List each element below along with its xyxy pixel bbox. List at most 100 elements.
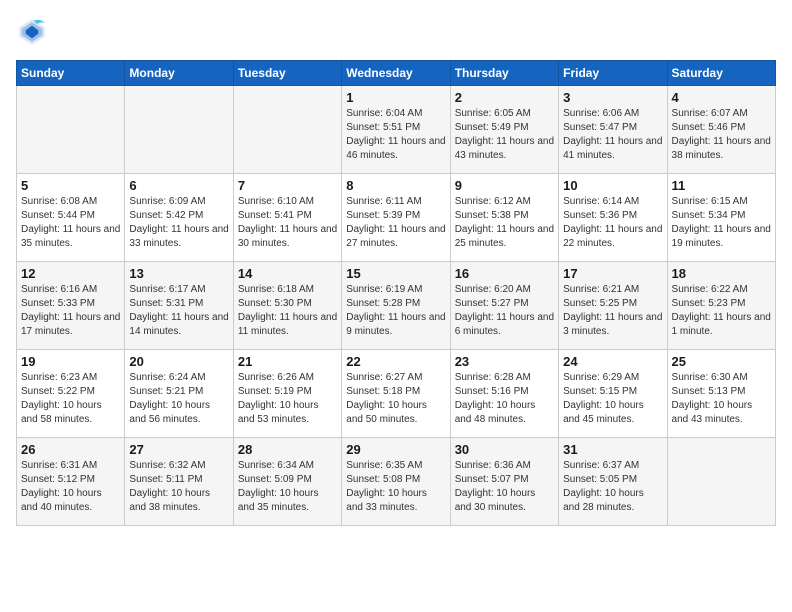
calendar-cell: 25 Sunrise: 6:30 AM Sunset: 5:13 PM Dayli…: [667, 350, 775, 438]
calendar-cell: 31 Sunrise: 6:37 AM Sunset: 5:05 PM Dayli…: [559, 438, 667, 526]
day-info: Sunrise: 6:16 AM Sunset: 5:33 PM Dayligh…: [21, 283, 120, 339]
day-number: 12: [21, 266, 120, 281]
day-info: Sunrise: 6:14 AM Sunset: 5:36 PM Dayligh…: [563, 195, 662, 251]
calendar-cell: 16 Sunrise: 6:20 AM Sunset: 5:27 PM Dayli…: [450, 262, 558, 350]
day-number: 2: [455, 90, 554, 105]
day-info: Sunrise: 6:05 AM Sunset: 5:49 PM Dayligh…: [455, 107, 554, 163]
weekday-header-thursday: Thursday: [450, 61, 558, 86]
calendar-week-1: 1 Sunrise: 6:04 AM Sunset: 5:51 PM Daylig…: [17, 86, 776, 174]
day-info: Sunrise: 6:35 AM Sunset: 5:08 PM Dayligh…: [346, 459, 445, 515]
calendar-cell: 29Sunrise: 6:35 AM Sunset: 5:08 PM Dayli…: [342, 438, 450, 526]
calendar-cell: 17 Sunrise: 6:21 AM Sunset: 5:25 PM Dayli…: [559, 262, 667, 350]
day-number: 4: [672, 90, 771, 105]
calendar-cell: 3 Sunrise: 6:06 AM Sunset: 5:47 PM Daylig…: [559, 86, 667, 174]
logo-icon: [16, 16, 48, 48]
day-number: 11: [672, 178, 771, 193]
day-number: 8: [346, 178, 445, 193]
day-info: Sunrise: 6:19 AM Sunset: 5:28 PM Dayligh…: [346, 283, 445, 339]
day-info: Sunrise: 6:37 AM Sunset: 5:05 PM Dayligh…: [563, 459, 662, 515]
day-info: Sunrise: 6:07 AM Sunset: 5:46 PM Dayligh…: [672, 107, 771, 163]
calendar-cell: 22 Sunrise: 6:27 AM Sunset: 5:18 PM Dayli…: [342, 350, 450, 438]
calendar-cell: 28 Sunrise: 6:34 AM Sunset: 5:09 PM Dayli…: [233, 438, 341, 526]
day-number: 5: [21, 178, 120, 193]
calendar-cell: 7Sunrise: 6:10 AM Sunset: 5:41 PM Daylig…: [233, 174, 341, 262]
day-number: 15: [346, 266, 445, 281]
day-number: 21: [238, 354, 337, 369]
calendar-cell: 9 Sunrise: 6:12 AM Sunset: 5:38 PM Daylig…: [450, 174, 558, 262]
day-info: Sunrise: 6:20 AM Sunset: 5:27 PM Dayligh…: [455, 283, 554, 339]
day-number: 20: [129, 354, 228, 369]
day-number: 9: [455, 178, 554, 193]
day-number: 26: [21, 442, 120, 457]
calendar-week-3: 12 Sunrise: 6:16 AM Sunset: 5:33 PM Dayli…: [17, 262, 776, 350]
day-number: 24: [563, 354, 662, 369]
calendar-cell: 20 Sunrise: 6:24 AM Sunset: 5:21 PM Dayli…: [125, 350, 233, 438]
calendar-cell: [667, 438, 775, 526]
calendar-header: SundayMondayTuesdayWednesdayThursdayFrid…: [17, 61, 776, 86]
day-info: Sunrise: 6:27 AM Sunset: 5:18 PM Dayligh…: [346, 371, 445, 427]
day-number: 7: [238, 178, 337, 193]
calendar-cell: 19 Sunrise: 6:23 AM Sunset: 5:22 PM Dayli…: [17, 350, 125, 438]
day-number: 18: [672, 266, 771, 281]
calendar-cell: 12 Sunrise: 6:16 AM Sunset: 5:33 PM Dayli…: [17, 262, 125, 350]
day-info: Sunrise: 6:23 AM Sunset: 5:22 PM Dayligh…: [21, 371, 120, 427]
calendar-cell: 4 Sunrise: 6:07 AM Sunset: 5:46 PM Daylig…: [667, 86, 775, 174]
weekday-header-sunday: Sunday: [17, 61, 125, 86]
day-number: 17: [563, 266, 662, 281]
day-info: Sunrise: 6:24 AM Sunset: 5:21 PM Dayligh…: [129, 371, 228, 427]
day-info: Sunrise: 6:12 AM Sunset: 5:38 PM Dayligh…: [455, 195, 554, 251]
page-header: [16, 16, 776, 48]
day-info: Sunrise: 6:17 AM Sunset: 5:31 PM Dayligh…: [129, 283, 228, 339]
day-info: Sunrise: 6:04 AM Sunset: 5:51 PM Dayligh…: [346, 107, 445, 163]
day-number: 3: [563, 90, 662, 105]
day-number: 1: [346, 90, 445, 105]
day-number: 28: [238, 442, 337, 457]
day-number: 22: [346, 354, 445, 369]
day-number: 31: [563, 442, 662, 457]
day-number: 14: [238, 266, 337, 281]
day-info: Sunrise: 6:26 AM Sunset: 5:19 PM Dayligh…: [238, 371, 337, 427]
calendar-cell: 30Sunrise: 6:36 AM Sunset: 5:07 PM Dayli…: [450, 438, 558, 526]
calendar-cell: 24 Sunrise: 6:29 AM Sunset: 5:15 PM Dayli…: [559, 350, 667, 438]
day-info: Sunrise: 6:21 AM Sunset: 5:25 PM Dayligh…: [563, 283, 662, 339]
day-number: 25: [672, 354, 771, 369]
day-info: Sunrise: 6:29 AM Sunset: 5:15 PM Dayligh…: [563, 371, 662, 427]
weekday-header-saturday: Saturday: [667, 61, 775, 86]
day-info: Sunrise: 6:32 AM Sunset: 5:11 PM Dayligh…: [129, 459, 228, 515]
calendar-cell: 2 Sunrise: 6:05 AM Sunset: 5:49 PM Daylig…: [450, 86, 558, 174]
calendar-cell: 15 Sunrise: 6:19 AM Sunset: 5:28 PM Dayli…: [342, 262, 450, 350]
day-number: 19: [21, 354, 120, 369]
day-info: Sunrise: 6:36 AM Sunset: 5:07 PM Dayligh…: [455, 459, 554, 515]
calendar-cell: 5 Sunrise: 6:08 AM Sunset: 5:44 PM Daylig…: [17, 174, 125, 262]
calendar-week-4: 19 Sunrise: 6:23 AM Sunset: 5:22 PM Dayli…: [17, 350, 776, 438]
day-info: Sunrise: 6:15 AM Sunset: 5:34 PM Dayligh…: [672, 195, 771, 251]
calendar-cell: 13 Sunrise: 6:17 AM Sunset: 5:31 PM Dayli…: [125, 262, 233, 350]
calendar-cell: 11 Sunrise: 6:15 AM Sunset: 5:34 PM Dayli…: [667, 174, 775, 262]
calendar-body: 1 Sunrise: 6:04 AM Sunset: 5:51 PM Daylig…: [17, 86, 776, 526]
calendar-cell: [125, 86, 233, 174]
weekday-header-friday: Friday: [559, 61, 667, 86]
day-number: 10: [563, 178, 662, 193]
calendar-cell: 23Sunrise: 6:28 AM Sunset: 5:16 PM Dayli…: [450, 350, 558, 438]
day-number: 13: [129, 266, 228, 281]
weekday-header-monday: Monday: [125, 61, 233, 86]
day-info: Sunrise: 6:09 AM Sunset: 5:42 PM Dayligh…: [129, 195, 228, 251]
calendar-cell: 6Sunrise: 6:09 AM Sunset: 5:42 PM Daylig…: [125, 174, 233, 262]
calendar-cell: [17, 86, 125, 174]
calendar-week-2: 5 Sunrise: 6:08 AM Sunset: 5:44 PM Daylig…: [17, 174, 776, 262]
calendar-cell: 26Sunrise: 6:31 AM Sunset: 5:12 PM Dayli…: [17, 438, 125, 526]
calendar-cell: 27Sunrise: 6:32 AM Sunset: 5:11 PM Dayli…: [125, 438, 233, 526]
calendar-cell: 10 Sunrise: 6:14 AM Sunset: 5:36 PM Dayli…: [559, 174, 667, 262]
day-info: Sunrise: 6:06 AM Sunset: 5:47 PM Dayligh…: [563, 107, 662, 163]
calendar-table: SundayMondayTuesdayWednesdayThursdayFrid…: [16, 60, 776, 526]
weekday-header-row: SundayMondayTuesdayWednesdayThursdayFrid…: [17, 61, 776, 86]
day-info: Sunrise: 6:34 AM Sunset: 5:09 PM Dayligh…: [238, 459, 337, 515]
day-info: Sunrise: 6:11 AM Sunset: 5:39 PM Dayligh…: [346, 195, 445, 251]
day-info: Sunrise: 6:08 AM Sunset: 5:44 PM Dayligh…: [21, 195, 120, 251]
calendar-cell: 18Sunrise: 6:22 AM Sunset: 5:23 PM Dayli…: [667, 262, 775, 350]
day-number: 16: [455, 266, 554, 281]
day-info: Sunrise: 6:28 AM Sunset: 5:16 PM Dayligh…: [455, 371, 554, 427]
logo: [16, 16, 52, 48]
weekday-header-tuesday: Tuesday: [233, 61, 341, 86]
day-info: Sunrise: 6:30 AM Sunset: 5:13 PM Dayligh…: [672, 371, 771, 427]
